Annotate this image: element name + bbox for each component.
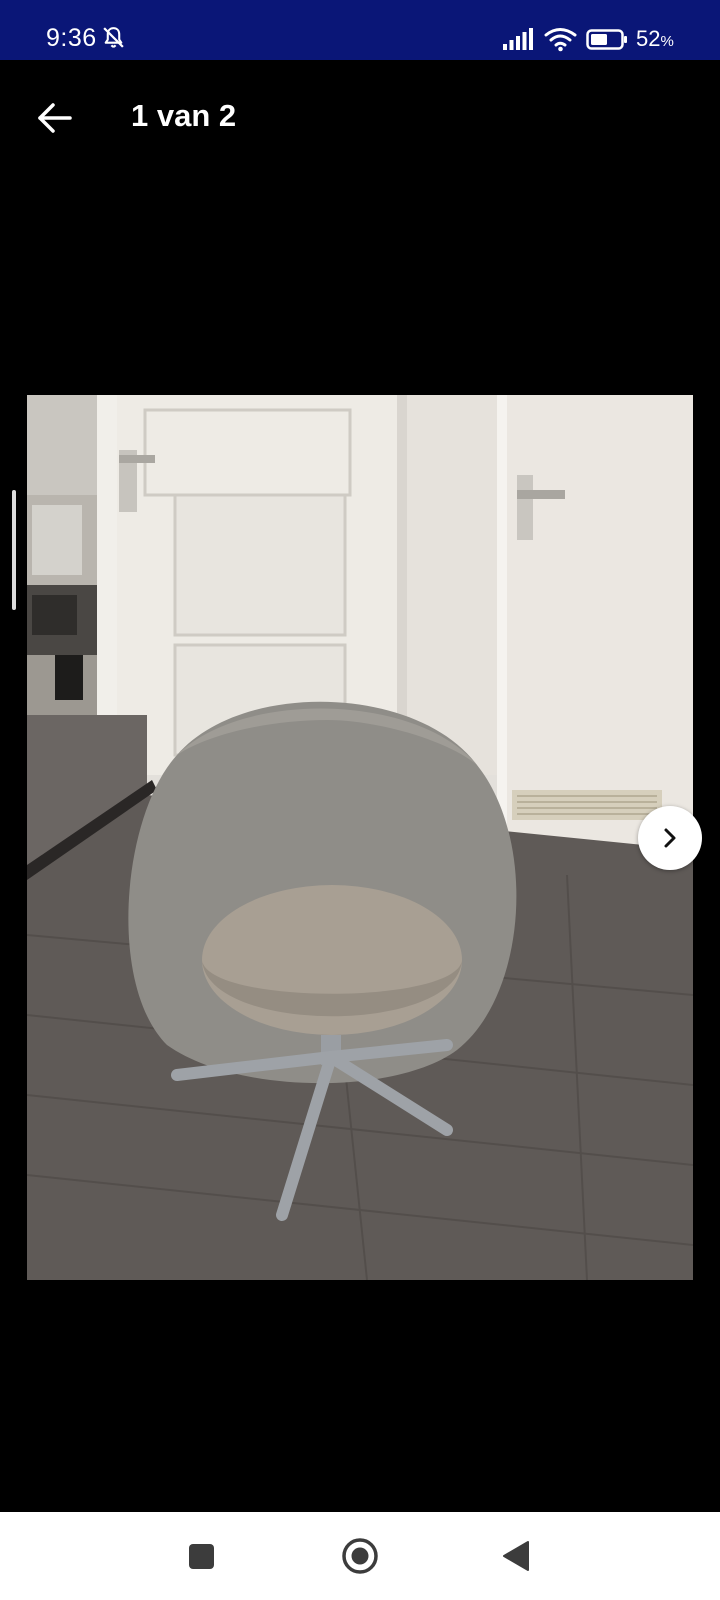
next-image-button[interactable]	[638, 806, 702, 870]
battery-icon	[586, 29, 627, 50]
status-time: 9:36	[46, 24, 97, 52]
system-nav-bar	[0, 1512, 720, 1600]
gallery-photo[interactable]	[27, 395, 693, 1280]
chevron-right-icon	[664, 828, 676, 848]
signal-icon	[503, 28, 533, 50]
back-triangle-icon[interactable]	[502, 1540, 530, 1572]
arrow-left-icon[interactable]	[30, 93, 80, 143]
bell-off-icon	[103, 27, 124, 48]
wifi-icon	[544, 28, 577, 52]
app-header: 1 van 2	[0, 60, 720, 165]
edge-scroll-indicator	[12, 490, 16, 610]
battery-percent: 52%	[636, 26, 674, 51]
status-bar: 9:36 52%	[0, 0, 720, 60]
home-icon[interactable]	[341, 1537, 379, 1575]
page-title: 1 van 2	[131, 98, 237, 133]
recent-apps-icon[interactable]	[189, 1544, 214, 1569]
